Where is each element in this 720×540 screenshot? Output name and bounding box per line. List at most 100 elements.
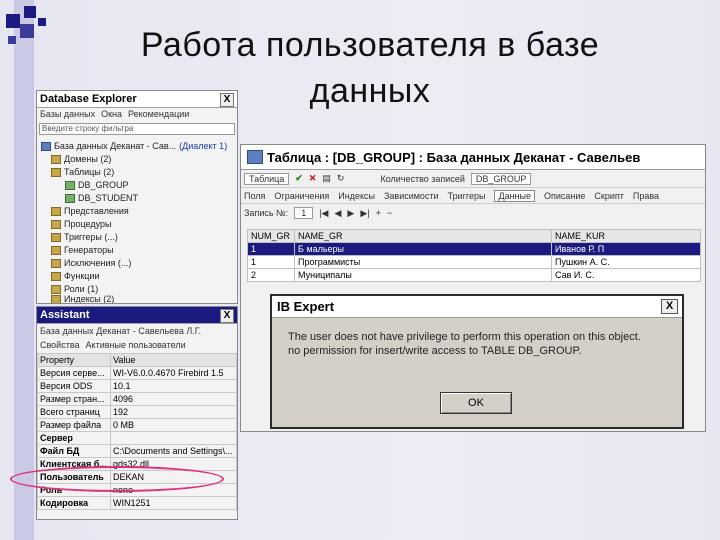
tab-permissions[interactable]: Права xyxy=(633,191,659,201)
first-record-icon[interactable]: |◀ xyxy=(319,208,328,219)
folder-icon xyxy=(51,284,61,294)
explorer-titlebar: Database Explorer X xyxy=(37,91,237,108)
table-dropdown[interactable]: Таблица xyxy=(244,172,290,185)
add-record-icon[interactable]: + xyxy=(376,208,381,218)
folder-icon xyxy=(51,167,61,177)
decorative-column xyxy=(14,0,34,540)
tree-item-db-student[interactable]: DB_STUDENT xyxy=(65,193,138,203)
close-icon[interactable]: X xyxy=(220,309,234,323)
decor-square xyxy=(20,24,34,38)
table-header: NUM_GR NAME_GR NAME_KUR xyxy=(247,229,701,243)
tab-databases[interactable]: Базы данных xyxy=(40,109,95,119)
table-icon xyxy=(65,193,75,203)
assistant-titlebar: Assistant X xyxy=(37,307,237,324)
table-row[interactable]: Сервер xyxy=(37,431,237,445)
folder-icon xyxy=(51,206,61,216)
folder-icon xyxy=(51,219,61,229)
column-header[interactable]: NAME_KUR xyxy=(551,229,701,243)
column-header: Property xyxy=(37,353,111,367)
tab-data[interactable]: Данные xyxy=(494,189,535,202)
database-icon xyxy=(41,141,51,151)
tab-description[interactable]: Описание xyxy=(544,191,585,201)
table-row[interactable]: Версия ODS 10.1 xyxy=(37,379,237,393)
commit-icon[interactable]: ✔ xyxy=(295,173,303,184)
record-count-label: Количество записей xyxy=(380,173,465,184)
table-row[interactable]: Размер файла 0 MB xyxy=(37,418,237,432)
tab-indexes[interactable]: Индексы xyxy=(338,191,375,201)
explorer-title: Database Explorer xyxy=(40,93,137,105)
ok-button[interactable]: OK xyxy=(440,392,512,414)
assistant-tabs: Свойства Активные пользователи xyxy=(37,339,189,351)
filter-input[interactable]: Введите строку фильтра xyxy=(39,123,235,135)
tab-fields[interactable]: Поля xyxy=(244,191,265,201)
tree-item-functions[interactable]: Функции xyxy=(51,271,99,281)
table-tabs: Поля Ограничения Индексы Зависимости Три… xyxy=(241,188,705,204)
record-number-field[interactable]: 1 xyxy=(294,207,314,219)
delete-icon[interactable]: ✕ xyxy=(309,173,317,184)
folder-icon xyxy=(51,154,61,164)
last-record-icon[interactable]: ▶| xyxy=(360,208,369,219)
dialog-titlebar: IB Expert X xyxy=(272,296,682,318)
tree-item-exceptions[interactable]: Исключения (...) xyxy=(51,258,131,268)
table-row[interactable]: 1 Программисты Пушкин А. С. xyxy=(247,255,701,269)
tree-item-procedures[interactable]: Процедуры xyxy=(51,219,111,229)
tab-windows[interactable]: Окна xyxy=(101,109,122,119)
next-record-icon[interactable]: ▶ xyxy=(347,208,354,219)
assistant-title: Assistant xyxy=(40,309,90,321)
tab-constraints[interactable]: Ограничения xyxy=(274,191,329,201)
tab-triggers[interactable]: Триггеры xyxy=(448,191,486,201)
table-name-field[interactable]: DB_GROUP xyxy=(470,172,532,185)
tree-item-domains[interactable]: Домены (2) xyxy=(51,154,111,164)
table-window-titlebar: Таблица : [DB_GROUP] : База данных Декан… xyxy=(241,145,705,170)
navigation-toolbar: Запись №: 1 |◀ ◀ ▶ ▶| + − xyxy=(241,204,705,222)
dialog-message-line-1: The user does not have privilege to perf… xyxy=(288,331,641,343)
close-icon[interactable]: X xyxy=(220,93,234,107)
decor-square xyxy=(24,6,36,18)
dialog-message-line-2: no permission for insert/write access to… xyxy=(288,345,582,357)
tree-item-indexes[interactable]: Индексы (2) xyxy=(51,294,114,303)
tree-item-views[interactable]: Представления xyxy=(51,206,129,216)
tree-item-db-group[interactable]: DB_GROUP xyxy=(65,180,129,190)
table-window-title: Таблица : [DB_GROUP] : База данных Декан… xyxy=(267,149,641,165)
refresh-icon[interactable]: ↻ xyxy=(337,173,345,184)
table-row[interactable]: Всего страниц 192 xyxy=(37,405,237,419)
tree-item-database[interactable]: База данных Деканат - Сав... (Диалект 1) xyxy=(41,141,227,151)
tree-item-triggers[interactable]: Триггеры (...) xyxy=(51,232,118,242)
close-icon[interactable]: X xyxy=(661,299,678,314)
highlight-ellipse xyxy=(10,466,224,492)
remove-record-icon[interactable]: − xyxy=(387,208,392,218)
decor-square xyxy=(38,18,46,26)
tree-item-tables[interactable]: Таблицы (2) xyxy=(51,167,114,177)
tab-dependencies[interactable]: Зависимости xyxy=(384,191,439,201)
prev-record-icon[interactable]: ◀ xyxy=(334,208,341,219)
table-row[interactable]: Версия серве... WI-V6.0.0.4670 Firebird 1… xyxy=(37,366,237,380)
tab-properties[interactable]: Свойства xyxy=(40,340,80,350)
tree-item-roles[interactable]: Роли (1) xyxy=(51,284,98,294)
tab-active-users[interactable]: Активные пользователи xyxy=(86,340,186,350)
dialog-message: The user does not have privilege to perf… xyxy=(288,330,641,358)
table-row[interactable]: Кодировка WIN1251 xyxy=(37,496,237,510)
table-row[interactable]: Файл БД C:\Documents and Settings\... xyxy=(37,444,237,458)
dialog-title: IB Expert xyxy=(277,299,335,314)
folder-icon xyxy=(51,294,61,303)
table-icon xyxy=(247,150,263,164)
tab-recommendations[interactable]: Рекомендации xyxy=(128,109,189,119)
data-grid: NUM_GR NAME_GR NAME_KUR 1 Б мальеры Иван… xyxy=(247,229,701,282)
title-line-1: Работа пользователя в базе xyxy=(140,26,600,64)
column-header[interactable]: NUM_GR xyxy=(247,229,295,243)
column-header[interactable]: NAME_GR xyxy=(294,229,552,243)
filter-placeholder: Введите строку фильтра xyxy=(42,124,134,133)
tree-item-generators[interactable]: Генераторы xyxy=(51,245,114,255)
column-header: Value xyxy=(110,353,237,367)
table-icon xyxy=(65,180,75,190)
table-row[interactable]: 1 Б мальеры Иванов Р. П xyxy=(247,242,701,256)
decor-square xyxy=(6,14,20,28)
print-icon[interactable]: ▤ xyxy=(322,173,331,184)
folder-icon xyxy=(51,232,61,242)
tab-script[interactable]: Скрипт xyxy=(594,191,623,201)
table-row[interactable]: 2 Муниципалы Сав И. С. xyxy=(247,268,701,282)
table-header: Property Value xyxy=(37,353,237,367)
folder-icon xyxy=(51,258,61,268)
explorer-tabs: Базы данных Окна Рекомендации xyxy=(37,108,237,120)
table-row[interactable]: Размер стран... 4096 xyxy=(37,392,237,406)
